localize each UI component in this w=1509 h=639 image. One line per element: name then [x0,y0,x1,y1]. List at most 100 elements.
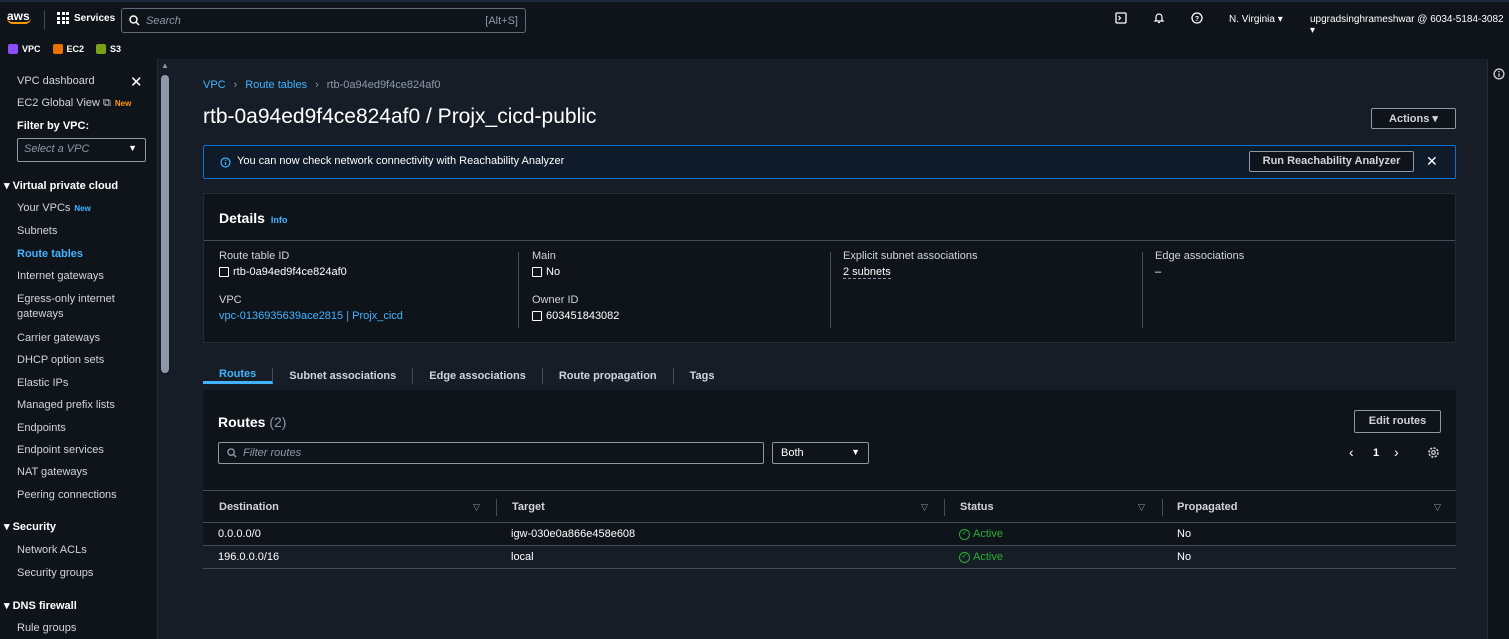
account-menu[interactable]: upgradsinghrameshwar @ 6034-5184-3082 ▾ [1310,14,1509,36]
run-reachability-analyzer-button[interactable]: Run Reachability Analyzer [1249,151,1414,172]
tab-edge-associations[interactable]: Edge associations [413,367,543,384]
region-selector[interactable]: N. Virginia ▾ [1229,14,1283,25]
sidebar-item-network-acls[interactable]: Network ACLs [17,543,147,558]
route-table-id-value: rtb-0a94ed9f4ce824af0 [233,266,347,278]
actions-button[interactable]: Actions ▾ [1371,108,1456,129]
prev-page-icon[interactable]: ‹ [1349,444,1354,460]
sidebar-item-ec2-global-view[interactable]: EC2 Global View ⧉ New [17,96,147,111]
sidebar-item-route-tables[interactable]: Route tables [17,247,147,262]
check-circle-icon: ✓ [959,528,970,540]
sort-icon[interactable]: ▽ [921,502,928,513]
grid-icon [57,12,69,24]
copy-icon[interactable] [532,267,542,277]
favorite-ec2[interactable]: EC2 [52,43,84,54]
propagated-cell: No [1177,528,1192,540]
page-number[interactable]: 1 [1373,447,1379,459]
help-icon[interactable]: ? [1189,12,1205,28]
propagated-cell: No [1177,551,1192,563]
bell-icon[interactable] [1151,12,1167,28]
sidebar-item-your-vpcs[interactable]: Your VPCs New [17,201,147,216]
favorite-s3[interactable]: S3 [96,43,121,54]
table-row[interactable]: 0.0.0.0/0 igw-030e0a866e458e608 ✓ Active … [203,523,1456,546]
route-type-dropdown[interactable]: Both ▼ [772,442,869,464]
column-destination[interactable]: Destination [219,501,279,513]
top-nav-bar: aws Services Search [Alt+S] ? N. Virgini… [0,0,1509,38]
tab-routes[interactable]: Routes [203,367,274,384]
owner-id-value: 603451843082 [546,310,620,322]
s3-icon [96,43,107,54]
sidebar-item-peering-connections[interactable]: Peering connections [17,488,147,503]
sort-icon[interactable]: ▽ [1138,502,1145,513]
tab-route-propagation[interactable]: Route propagation [543,367,674,384]
breadcrumb-vpc[interactable]: VPC [203,79,226,91]
sidebar-item-egress-only-gateways[interactable]: Egress-only internet gateways [17,292,127,322]
copy-icon[interactable] [219,267,229,277]
sidebar-item-subnets[interactable]: Subnets [17,224,147,239]
close-icon[interactable]: ✕ [1426,153,1438,170]
owner-id-label: Owner ID [532,294,579,306]
sidebar-item-security-groups[interactable]: Security groups [17,566,147,581]
banner-text: You can now check network connectivity w… [237,155,565,167]
destination-cell: 0.0.0.0/0 [218,528,261,540]
gear-icon[interactable] [1427,446,1440,459]
sidebar-scrollbar[interactable]: ▲ [158,59,173,639]
caret-down-icon: ▼ [851,447,860,457]
main-content: VPC › Route tables › rtb-0a94ed9f4ce824af0… [173,59,1488,639]
tab-tags[interactable]: Tags [674,368,731,384]
route-table-id-label: Route table ID [219,250,290,262]
details-title: Details Info [219,210,288,226]
sort-icon[interactable]: ▽ [1434,502,1441,513]
sidebar-item-endpoint-services[interactable]: Endpoint services [17,443,147,458]
column-target[interactable]: Target [512,501,545,513]
sidebar-item-elastic-ips[interactable]: Elastic IPs [17,376,147,391]
filter-routes-input[interactable]: Filter routes [218,442,764,464]
section-security[interactable]: ▾ Security [4,520,56,533]
main-value: No [546,266,561,278]
info-icon[interactable] [1493,68,1505,80]
sidebar-item-nat-gateways[interactable]: NAT gateways [17,465,147,480]
info-link[interactable]: Info [271,215,288,225]
sidebar-item-dhcp-option-sets[interactable]: DHCP option sets [17,353,147,368]
search-input[interactable]: Search [Alt+S] [121,8,526,33]
table-row[interactable]: 196.0.0.0/16 local ✓ Active No [203,546,1456,569]
vpc-link[interactable]: vpc-0136935639ace2815 | Projx_cicd [219,310,403,322]
breadcrumb-route-tables[interactable]: Route tables [245,79,307,91]
main-label: Main [532,250,556,262]
routes-table-header: Destination ▽ Target ▽ Status ▽ Propagat… [203,490,1456,523]
external-link-icon: ⧉ [103,97,111,109]
breadcrumb: VPC › Route tables › rtb-0a94ed9f4ce824af0 [203,79,441,91]
favorite-vpc[interactable]: VPC [8,43,41,54]
services-menu[interactable]: Services [57,12,115,24]
aws-logo[interactable]: aws [7,9,33,31]
copy-icon[interactable] [532,311,542,321]
info-banner: You can now check network connectivity w… [203,145,1456,179]
tab-subnet-associations[interactable]: Subnet associations [273,367,414,384]
status-badge: ✓ Active [959,528,1003,540]
chevron-right-icon: › [315,79,319,91]
next-page-icon[interactable]: › [1394,444,1399,460]
breadcrumb-current: rtb-0a94ed9f4ce824af0 [326,79,441,91]
search-icon [227,448,237,458]
sidebar-item-carrier-gateways[interactable]: Carrier gateways [17,331,147,346]
sort-icon[interactable]: ▽ [473,502,480,513]
destination-cell: 196.0.0.0/16 [218,551,280,563]
sidebar-item-vpc-dashboard[interactable]: VPC dashboard [17,74,147,89]
subnet-associations-value[interactable]: 2 subnets [843,266,891,279]
tab-bar: Routes Subnet associations Edge associat… [203,361,1456,391]
sidebar-item-internet-gateways[interactable]: Internet gateways [17,269,147,284]
section-virtual-private-cloud[interactable]: ▾ Virtual private cloud [4,179,118,192]
close-icon[interactable]: ✕ [130,73,143,91]
sidebar-item-endpoints[interactable]: Endpoints [17,421,147,436]
vpc-label: VPC [219,294,242,306]
info-icon [220,157,231,168]
sidebar-item-managed-prefix-lists[interactable]: Managed prefix lists [17,398,147,413]
vpc-filter-select[interactable]: Select a VPC ▼ [17,138,146,162]
cloudshell-icon[interactable] [1113,12,1129,28]
target-link[interactable]: igw-030e0a866e458e608 [511,528,635,540]
sidebar: VPC dashboard ✕ EC2 Global View ⧉ New Fil… [0,59,158,639]
column-propagated[interactable]: Propagated [1177,501,1238,513]
section-dns-firewall[interactable]: ▾ DNS firewall [4,599,77,612]
sidebar-item-rule-groups[interactable]: Rule groups [17,621,147,636]
column-status[interactable]: Status [960,501,994,513]
edit-routes-button[interactable]: Edit routes [1354,410,1441,433]
